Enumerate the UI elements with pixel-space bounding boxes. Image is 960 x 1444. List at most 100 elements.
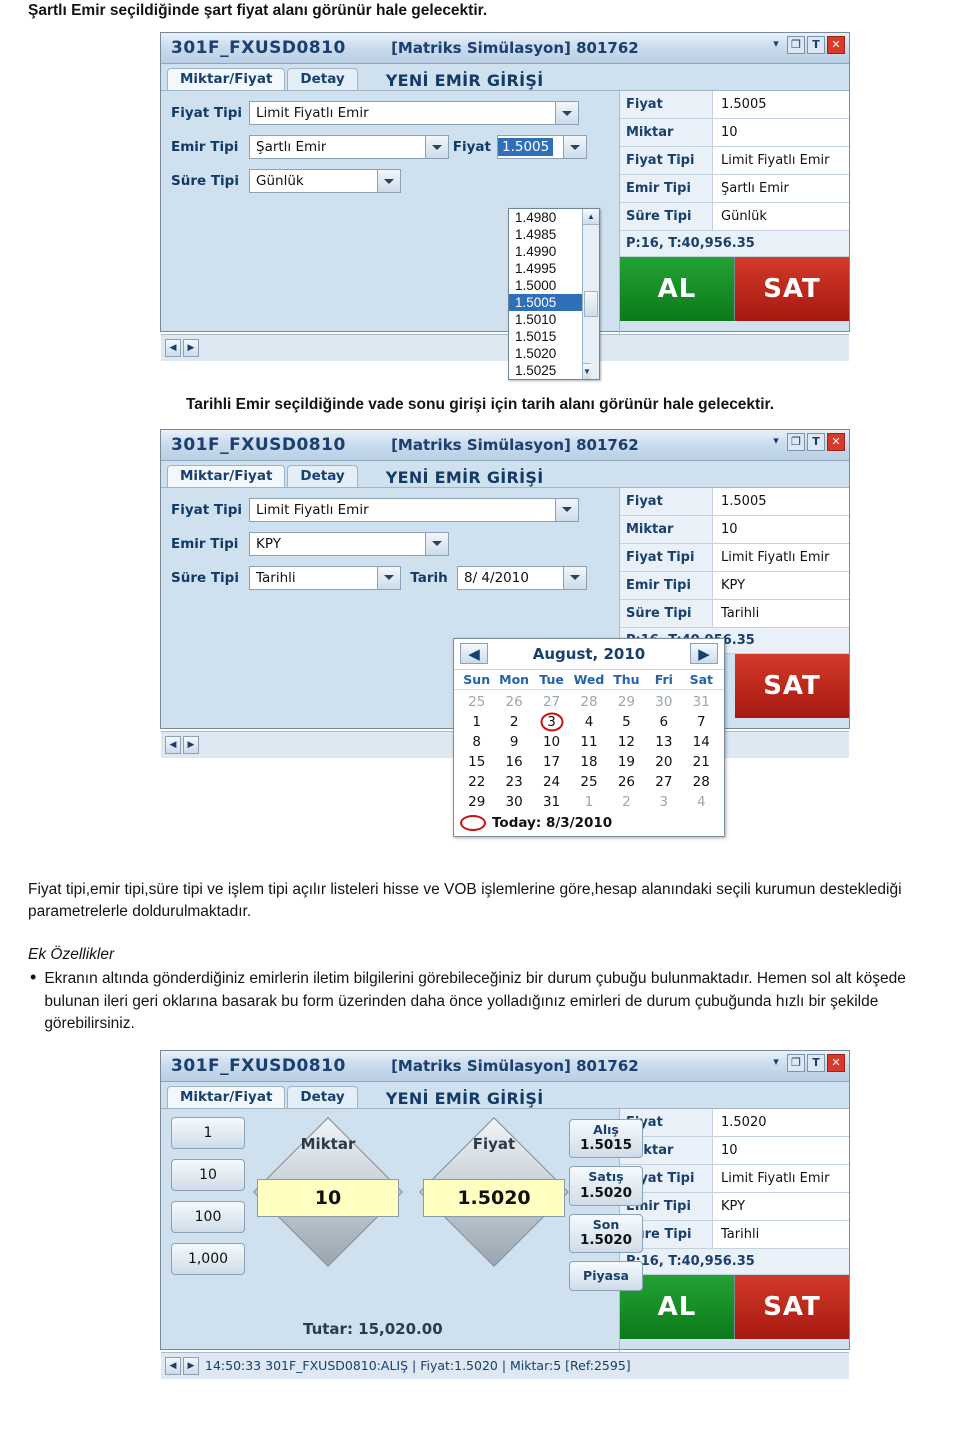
calendar-day[interactable]: 30 (645, 692, 682, 712)
calendar-day[interactable]: 20 (645, 752, 682, 772)
calendar-day[interactable]: 29 (608, 692, 645, 712)
next-order-icon[interactable]: ▶ (183, 339, 199, 358)
tab-detay[interactable]: Detay (287, 464, 358, 487)
calendar-day[interactable]: 21 (683, 752, 720, 772)
text-mode-icon[interactable]: T (807, 432, 825, 451)
calendar-day[interactable]: 18 (570, 752, 607, 772)
text-mode-icon[interactable]: T (807, 36, 825, 55)
select-fiyat-tipi[interactable]: Limit Fiyatlı Emir (249, 497, 579, 522)
qty-button-100[interactable]: 100 (171, 1200, 245, 1233)
fiyat-stepper[interactable]: Fiyat 1.5020 (419, 1116, 569, 1267)
calendar-day[interactable]: 26 (495, 692, 532, 712)
calendar-grid[interactable]: 25 26 27 28 29 30 31 1 2 3 4 5 6 7 8 9 1… (454, 690, 724, 812)
fiyat-value[interactable]: 1.5020 (423, 1178, 565, 1217)
select-fiyat-tipi[interactable]: Limit Fiyatlı Emir (249, 101, 579, 126)
chevron-down-icon[interactable]: ▾ (767, 36, 785, 54)
select-emir-tipi[interactable]: KPY (249, 531, 449, 556)
calendar-day[interactable]: 14 (683, 732, 720, 752)
calendar-day[interactable]: 12 (608, 732, 645, 752)
input-sart-fiyat[interactable]: 1.5005 (497, 135, 587, 160)
calendar-day[interactable]: 13 (645, 732, 682, 752)
select-sure-tipi[interactable]: Günlük (249, 169, 401, 194)
calendar-day[interactable]: 28 (683, 772, 720, 792)
restore-icon[interactable]: ❐ (787, 1053, 805, 1072)
qty-button-1000[interactable]: 1,000 (171, 1242, 245, 1275)
select-emir-tipi[interactable]: Şartlı Emir (249, 135, 449, 160)
calendar-day[interactable]: 19 (608, 752, 645, 772)
calendar-day[interactable]: 8 (458, 732, 495, 752)
calendar-day[interactable]: 27 (645, 772, 682, 792)
next-order-icon[interactable]: ▶ (183, 1356, 199, 1375)
calendar-day[interactable]: 2 (495, 712, 532, 732)
price-list-scrollbar[interactable]: ▲ ▼ (582, 209, 599, 380)
calendar-day[interactable]: 16 (495, 752, 532, 772)
calendar-day[interactable]: 11 (570, 732, 607, 752)
calendar-day[interactable]: 4 (570, 712, 607, 732)
close-icon[interactable]: ✕ (827, 1053, 845, 1072)
calendar-day[interactable]: 17 (533, 752, 570, 772)
buy-button[interactable]: AL (620, 257, 735, 322)
calendar-day[interactable]: 24 (533, 772, 570, 792)
calendar-day[interactable]: 29 (458, 792, 495, 812)
calendar-day[interactable]: 5 (608, 712, 645, 732)
prev-order-icon[interactable]: ◀ (165, 735, 181, 754)
calendar-footer[interactable]: Today: 8/3/2010 (454, 812, 724, 836)
tab-miktar-fiyat[interactable]: Miktar/Fiyat (167, 464, 286, 487)
tab-detay[interactable]: Detay (287, 1085, 358, 1108)
calendar-day[interactable]: 4 (683, 792, 720, 812)
tab-miktar-fiyat[interactable]: Miktar/Fiyat (167, 68, 286, 91)
scroll-down-icon[interactable]: ▼ (583, 363, 591, 380)
piyasa-button[interactable]: Piyasa (569, 1261, 643, 1291)
qty-button-10[interactable]: 10 (171, 1158, 245, 1191)
chevron-down-icon[interactable] (563, 136, 586, 159)
calendar-day[interactable]: 6 (645, 712, 682, 732)
chevron-down-icon[interactable] (377, 566, 400, 589)
calendar-day[interactable]: 10 (533, 732, 570, 752)
chevron-down-icon[interactable] (425, 532, 448, 555)
alis-button[interactable]: Alış 1.5015 (569, 1118, 643, 1159)
scroll-up-icon[interactable]: ▲ (583, 209, 599, 226)
son-button[interactable]: Son 1.5020 (569, 1213, 643, 1254)
calendar-day-highlighted[interactable]: 3 (533, 712, 570, 732)
chevron-down-icon[interactable]: ▾ (767, 433, 785, 451)
next-order-icon[interactable]: ▶ (183, 735, 199, 754)
satis-button[interactable]: Satış 1.5020 (569, 1166, 643, 1206)
calendar-day[interactable]: 26 (608, 772, 645, 792)
calendar-day[interactable]: 31 (533, 792, 570, 812)
calendar-day[interactable]: 25 (458, 692, 495, 712)
restore-icon[interactable]: ❐ (787, 36, 805, 55)
text-mode-icon[interactable]: T (807, 1053, 825, 1072)
calendar-day[interactable]: 3 (645, 792, 682, 812)
sell-button[interactable]: SAT (735, 257, 849, 322)
chevron-down-icon[interactable] (425, 136, 448, 159)
tab-detay[interactable]: Detay (287, 68, 358, 91)
tab-miktar-fiyat[interactable]: Miktar/Fiyat (167, 1085, 286, 1108)
calendar-day[interactable]: 27 (533, 692, 570, 712)
next-month-icon[interactable]: ▶ (689, 643, 718, 665)
scrollbar-thumb[interactable] (584, 291, 598, 318)
calendar-day[interactable]: 31 (683, 692, 720, 712)
chevron-down-icon[interactable]: ▾ (767, 1054, 785, 1072)
calendar-day[interactable]: 1 (458, 712, 495, 732)
select-sure-tipi[interactable]: Tarihli (249, 565, 401, 590)
prev-month-icon[interactable]: ◀ (460, 643, 488, 665)
miktar-stepper[interactable]: Miktar 10 (253, 1116, 403, 1267)
price-dropdown-list[interactable]: 1.4980 1.4985 1.4990 1.4995 1.5000 1.500… (508, 208, 600, 381)
prev-order-icon[interactable]: ◀ (165, 1356, 181, 1375)
calendar-day[interactable]: 25 (570, 772, 607, 792)
chevron-down-icon[interactable] (563, 566, 586, 589)
input-tarih[interactable]: 8/ 4/2010 (457, 565, 587, 590)
calendar-day[interactable]: 30 (495, 792, 532, 812)
qty-button-1[interactable]: 1 (171, 1116, 245, 1149)
calendar-day[interactable]: 15 (458, 752, 495, 772)
calendar-day[interactable]: 2 (608, 792, 645, 812)
chevron-down-icon[interactable] (555, 498, 578, 521)
calendar-day[interactable]: 23 (495, 772, 532, 792)
sell-button[interactable]: SAT (735, 653, 849, 718)
chevron-down-icon[interactable] (555, 102, 578, 125)
sell-button[interactable]: SAT (735, 1274, 849, 1339)
calendar-day[interactable]: 9 (495, 732, 532, 752)
close-icon[interactable]: ✕ (827, 432, 845, 451)
prev-order-icon[interactable]: ◀ (165, 339, 181, 358)
restore-icon[interactable]: ❐ (787, 432, 805, 451)
